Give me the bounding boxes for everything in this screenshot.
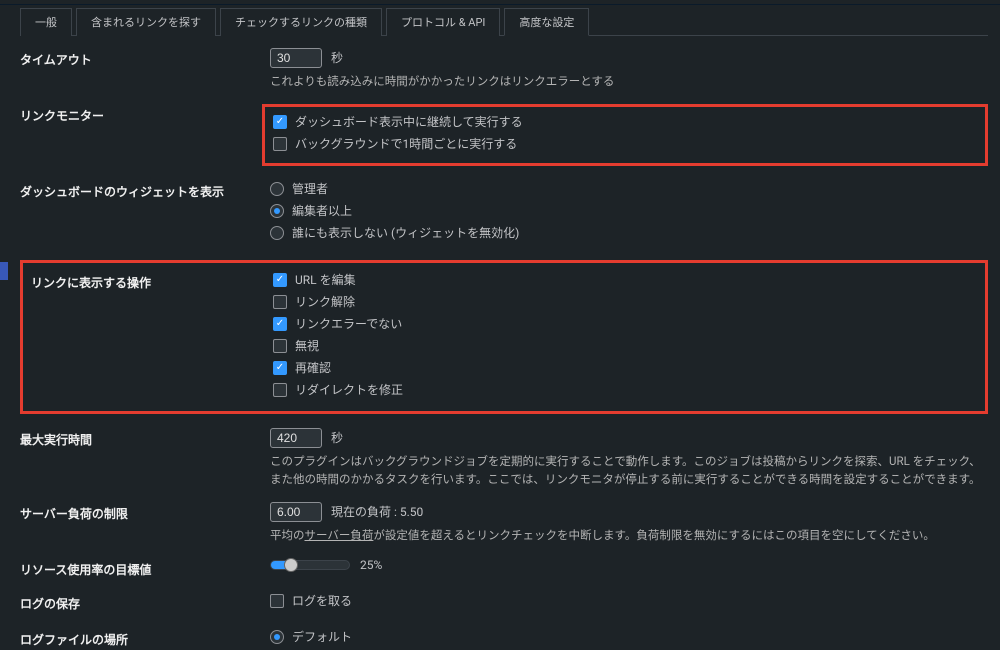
timeout-description: これよりも読み込みに時間がかかったリンクはリンクエラーとする (270, 73, 988, 90)
max-exec-time-description: このプラグインはバックグラウンドジョブを定期的に実行することで動作します。このジ… (270, 453, 988, 488)
admin-topbar (0, 0, 1000, 5)
tab-link-types[interactable]: チェックするリンクの種類 (220, 8, 382, 36)
action-ignore[interactable]: 無視 (273, 337, 977, 354)
checkbox-icon (273, 273, 287, 287)
link-monitor-dashboard-option[interactable]: ダッシュボード表示中に継続して実行する (273, 113, 977, 130)
max-exec-time-unit: 秒 (331, 431, 343, 445)
max-exec-time-input[interactable] (270, 428, 322, 448)
link-actions-label: リンクに表示する操作 (31, 271, 273, 403)
option-label: 誰にも表示しない (ウィジェットを無効化) (292, 224, 519, 241)
action-fix-redirect[interactable]: リダイレクトを修正 (273, 381, 977, 398)
link-monitor-background-option[interactable]: バックグラウンドで1時間ごとに実行する (273, 135, 977, 152)
logging-label: ログの保存 (20, 592, 270, 614)
timeout-label: タイムアウト (20, 48, 270, 90)
desc-text: が設定値を超えるとリンクチェックを中断します。負荷制限を無効にするにはこの項目を… (373, 528, 934, 542)
option-label: ダッシュボード表示中に継続して実行する (295, 113, 523, 130)
option-label: URL を編集 (295, 271, 356, 288)
server-load-link[interactable]: サーバー負荷 (305, 528, 374, 542)
desc-text: 平均の (270, 528, 305, 542)
radio-icon (270, 204, 284, 218)
checkbox-icon (273, 295, 287, 309)
widget-editor-option[interactable]: 編集者以上 (270, 202, 988, 219)
settings-tabs: 一般 含まれるリンクを探す チェックするリンクの種類 プロトコル & API 高… (20, 7, 988, 36)
resource-target-label: リソース使用率の目標値 (20, 558, 270, 578)
admin-menu-collapse-nub[interactable] (0, 262, 8, 280)
resource-percent: 25% (360, 558, 382, 572)
server-load-current: 現在の負荷 : 5.50 (331, 505, 423, 519)
option-label: 無視 (295, 337, 319, 354)
option-label: デフォルト (292, 628, 352, 645)
checkbox-icon (273, 339, 287, 353)
checkbox-icon (273, 137, 287, 151)
radio-icon (270, 630, 284, 644)
tab-general[interactable]: 一般 (20, 8, 72, 36)
resource-slider[interactable] (270, 560, 350, 570)
option-label: 管理者 (292, 180, 328, 197)
tab-included-links[interactable]: 含まれるリンクを探す (76, 8, 216, 36)
highlight-box-link-monitor: ダッシュボード表示中に継続して実行する バックグラウンドで1時間ごとに実行する (262, 104, 988, 166)
action-unlink[interactable]: リンク解除 (273, 293, 977, 310)
action-not-broken[interactable]: リンクエラーでない (273, 315, 977, 332)
server-load-description: 平均のサーバー負荷が設定値を超えるとリンクチェックを中断します。負荷制限を無効に… (270, 527, 988, 544)
checkbox-icon (273, 383, 287, 397)
logfile-default-option[interactable]: デフォルト (270, 628, 988, 645)
option-label: 再確認 (295, 359, 331, 376)
highlight-box-link-actions: リンクに表示する操作 URL を編集 リンク解除 リンクエラーでない 無視 再確… (20, 260, 988, 414)
action-edit-url[interactable]: URL を編集 (273, 271, 977, 288)
checkbox-icon (273, 115, 287, 129)
max-exec-time-label: 最大実行時間 (20, 428, 270, 488)
timeout-input[interactable] (270, 48, 322, 68)
checkbox-icon (273, 317, 287, 331)
option-label: リンクエラーでない (295, 315, 402, 332)
option-label: リンク解除 (295, 293, 355, 310)
tab-protocol-api[interactable]: プロトコル & API (386, 8, 500, 36)
widget-none-option[interactable]: 誰にも表示しない (ウィジェットを無効化) (270, 224, 988, 241)
option-label: リダイレクトを修正 (295, 381, 403, 398)
checkbox-icon (273, 361, 287, 375)
link-monitor-label: リンクモニター (20, 104, 270, 166)
timeout-unit: 秒 (331, 51, 343, 65)
tab-advanced[interactable]: 高度な設定 (504, 8, 589, 36)
server-load-label: サーバー負荷の制限 (20, 502, 270, 544)
action-recheck[interactable]: 再確認 (273, 359, 977, 376)
checkbox-icon (270, 594, 284, 608)
option-label: 編集者以上 (292, 202, 352, 219)
option-label: ログを取る (292, 592, 352, 609)
logging-enable-option[interactable]: ログを取る (270, 592, 988, 609)
radio-icon (270, 182, 284, 196)
radio-icon (270, 226, 284, 240)
logfile-location-label: ログファイルの場所 (20, 628, 270, 650)
widget-admin-option[interactable]: 管理者 (270, 180, 988, 197)
option-label: バックグラウンドで1時間ごとに実行する (295, 135, 517, 152)
widget-visibility-label: ダッシュボードのウィジェットを表示 (20, 180, 270, 246)
server-load-input[interactable] (270, 502, 322, 522)
slider-thumb[interactable] (284, 558, 298, 572)
